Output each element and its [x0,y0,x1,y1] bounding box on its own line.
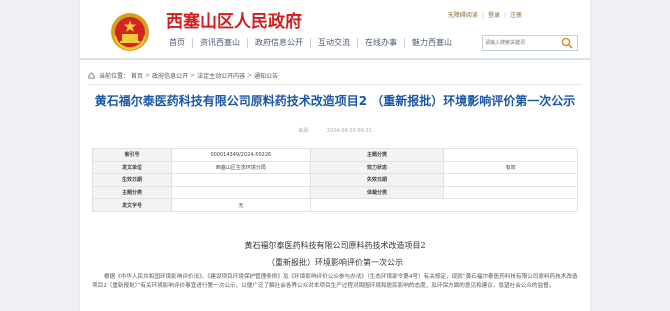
nav-item-online-service[interactable]: 在线办事 [358,38,405,48]
table-key: 发文字号 [92,198,172,212]
table-value: 西塞山区生态环境分局 [170,160,311,175]
table-key: 失效日期 [309,173,445,187]
breadcrumb-item-home[interactable]: 首页 [131,71,143,80]
table-value [443,173,578,187]
table-value [170,173,311,187]
register-link[interactable]: 注册 [510,12,522,19]
table-key: 发文单位 [92,160,172,175]
table-key: 主题分类 [309,148,445,162]
breadcrumb-prefix: 当前位置： [99,73,130,80]
table-row: 生效日期 失效日期 [92,173,578,187]
site-title[interactable]: 西塞山区人民政府 [166,7,302,32]
divider: | [481,12,484,19]
table-row: 主题分类 体裁分类 [92,185,578,200]
accessibility-link[interactable]: 无障碍阅读 [448,12,478,19]
nav-item-gov-info[interactable]: 政府信息公开 [248,38,311,48]
search-icon[interactable] [561,37,573,49]
table-value: 有效 [443,160,578,175]
divider [88,84,582,85]
breadcrumb-item-notices[interactable]: 通知公告 [254,71,278,80]
table-value: 无 [170,198,311,212]
divider: | [503,12,506,19]
login-link[interactable]: 登录 [488,12,500,19]
page-title: 黄石福尔泰医药科技有限公司原料药技术改造项目2 （重新报批）环境影响评价第一次公… [94,94,576,108]
article-paragraph: 根据《中华人民共和国环境影响评价法》、《建设项目环境保护管理条例》及《环境影响评… [92,274,578,289]
search-box [482,35,578,51]
home-icon [88,72,95,79]
table-key: 效力状态 [309,160,445,175]
breadcrumb-separator: > [247,72,253,79]
nav-item-home[interactable]: 首页 [162,38,193,48]
nav-item-charm[interactable]: 魅力西塞山 [405,38,459,48]
table-value [443,148,578,162]
table-value [443,185,578,200]
table-key: 主题分类 [92,185,172,200]
publish-date: 2024-08-20 09:31 [326,128,372,134]
breadcrumb: 当前位置： 首页 > 政府信息公开 > 法定主动公开内容 > 通知公告 [88,71,278,80]
article-heading-line2: （重新报批）环境影响评价第一次公示 [267,258,403,267]
breadcrumb-item-gov-info[interactable]: 政府信息公开 [152,71,188,80]
table-value [309,198,444,212]
breadcrumb-item-statutory[interactable]: 法定主动公开内容 [197,71,245,80]
top-links: 无障碍阅读 | 登录 | 注册 [446,10,524,19]
document-meta: 来源： 2024-08-20 09:31 [80,127,590,134]
table-key: 索引号 [92,148,172,162]
document-info-table: 索引号 000014349/2024-50226 主题分类 发文单位 西塞山区生… [92,148,578,212]
table-value: 000014349/2024-50226 [170,148,311,162]
page-container: 西塞山区人民政府 无障碍阅读 | 登录 | 注册 首页 资讯西塞山 政府信息公开 互动交… [80,0,590,311]
table-key: 体裁分类 [309,185,445,200]
main-nav: 首页 资讯西塞山 政府信息公开 互动交流 在线办事 魅力西塞山 [162,38,459,48]
table-value [443,198,578,212]
article-heading-line1: 黄石福尔泰医药科技有限公司原料药技术改造项目2 [244,241,426,250]
table-value [170,185,311,200]
nav-item-news[interactable]: 资讯西塞山 [193,38,248,48]
site-header: 西塞山区人民政府 无障碍阅读 | 登录 | 注册 首页 资讯西塞山 政府信息公开 互动交… [80,0,590,60]
table-row: 发文单位 西塞山区生态环境分局 效力状态 有效 [92,160,578,175]
breadcrumb-separator: > [190,72,196,79]
national-emblem-icon [111,13,149,51]
search-input[interactable] [485,37,555,49]
table-row: 发文字号 无 [92,198,578,212]
table-row: 索引号 000014349/2024-50226 主题分类 [92,148,578,162]
table-key: 生效日期 [92,173,172,187]
source-label: 来源： [298,128,314,134]
nav-item-interaction[interactable]: 互动交流 [311,38,358,48]
breadcrumb-separator: > [145,72,151,79]
